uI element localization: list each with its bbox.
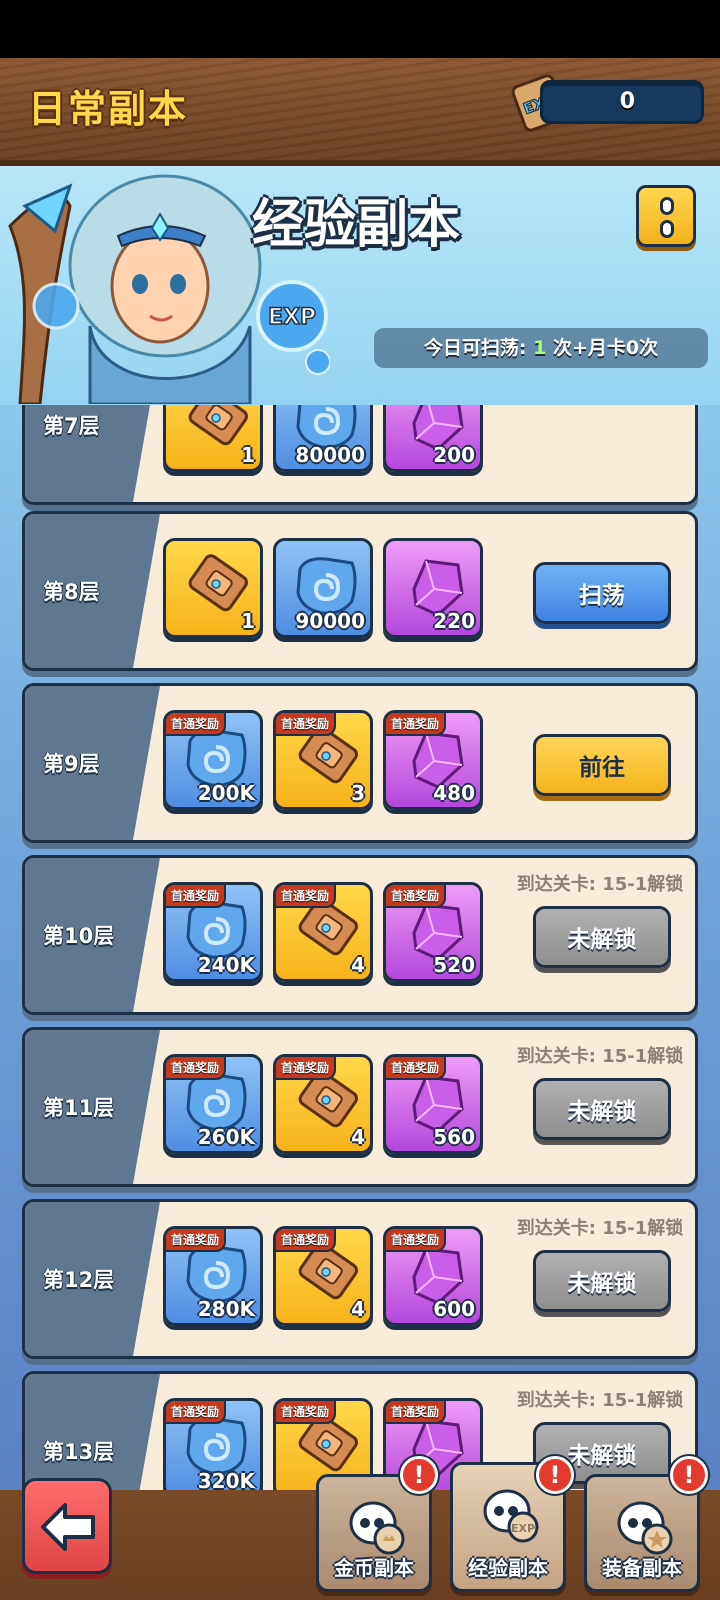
- reward-quantity: 4: [351, 1297, 365, 1321]
- first-clear-tag: 首通奖励: [276, 885, 337, 908]
- first-clear-tag: 首通奖励: [386, 1057, 447, 1080]
- reward-item[interactable]: 1: [163, 538, 263, 638]
- floor-card: 第12层 首通奖励 280K 首通奖励 4 首通奖励 600 到达关卡: 15-1解锁未解锁: [22, 1199, 698, 1359]
- first-clear-tag: 首通奖励: [386, 1401, 447, 1424]
- floor-label: 第8层: [43, 580, 100, 604]
- reward-quantity: 90000: [295, 609, 365, 633]
- back-arrow-icon: [41, 1503, 95, 1551]
- reward-item[interactable]: 首通奖励 480: [383, 710, 483, 810]
- info-button[interactable]: [636, 185, 696, 247]
- exp-bubble-text: EXP: [268, 305, 316, 330]
- skull-coin-icon: [349, 1501, 405, 1555]
- reward-item[interactable]: 首通奖励 600: [383, 1226, 483, 1326]
- reward-item[interactable]: 首通奖励 560: [383, 1054, 483, 1154]
- reward-item[interactable]: 首通奖励 4: [273, 1054, 373, 1154]
- reward-quantity: 240K: [197, 953, 255, 977]
- reward-item[interactable]: 首通奖励 3: [273, 710, 373, 810]
- reward-quantity: 280K: [197, 1297, 255, 1321]
- exp-icon-text: EXP: [511, 1522, 535, 1535]
- info-icon-top: [660, 197, 674, 215]
- first-clear-tag: 首通奖励: [276, 1401, 337, 1424]
- floor-card: 第9层 首通奖励 200K 首通奖励 3 首通奖励 480 前往: [22, 683, 698, 843]
- sweep-button[interactable]: 扫荡: [533, 562, 671, 624]
- floor-card: 第8层 1 90000 220 扫荡: [22, 511, 698, 671]
- first-clear-tag: 首通奖励: [386, 885, 447, 908]
- reward-item[interactable]: 首通奖励 240K: [163, 882, 263, 982]
- reward-item[interactable]: 首通奖励 280K: [163, 1226, 263, 1326]
- floor-label: 第10层: [43, 924, 115, 948]
- reward-quantity: 80000: [295, 443, 365, 467]
- locked-button[interactable]: 未解锁: [533, 1078, 671, 1140]
- floor-label: 第9层: [43, 752, 100, 776]
- reward-quantity: 1: [241, 443, 255, 467]
- floor-card: 第7层 1 80000 200: [22, 405, 698, 505]
- exp-counter: 0: [540, 80, 704, 124]
- reward-item[interactable]: 220: [383, 538, 483, 638]
- info-icon-bottom: [660, 220, 674, 238]
- first-clear-tag: 首通奖励: [386, 713, 447, 736]
- reward-item[interactable]: 首通奖励 4: [273, 1226, 373, 1326]
- reward-quantity: 1: [241, 609, 255, 633]
- alert-badge-equip: !: [670, 1456, 708, 1494]
- reward-item[interactable]: 90000: [273, 538, 373, 638]
- reward-quantity: 3: [351, 781, 365, 805]
- skull-exp-icon: EXP: [483, 1489, 539, 1543]
- reward-quantity: 600: [433, 1297, 475, 1321]
- unlock-hint: 到达关卡: 15-1解锁: [516, 1218, 684, 1239]
- go-button[interactable]: 前往: [533, 734, 671, 796]
- first-clear-tag: 首通奖励: [166, 885, 227, 908]
- reward-quantity: 480: [433, 781, 475, 805]
- reward-quantity: 200K: [197, 781, 255, 805]
- first-clear-tag: 首通奖励: [276, 1057, 337, 1080]
- reward-quantity: 220: [433, 609, 475, 633]
- sweep-count: 1: [533, 337, 547, 359]
- reward-quantity: 560: [433, 1125, 475, 1149]
- reward-item[interactable]: 1: [163, 405, 263, 472]
- reward-quantity: 4: [351, 953, 365, 977]
- sweep-prefix: 今日可扫荡:: [423, 337, 527, 359]
- floor-label: 第7层: [43, 414, 100, 438]
- alert-badge-exp: !: [536, 1456, 574, 1494]
- first-clear-tag: 首通奖励: [386, 1229, 447, 1252]
- locked-button[interactable]: 未解锁: [533, 906, 671, 968]
- reward-item[interactable]: 首通奖励 320K: [163, 1398, 263, 1498]
- floor-card: 第10层 首通奖励 240K 首通奖励 4 首通奖励 520 到达关卡: 15-1解锁未解锁: [22, 855, 698, 1015]
- floor-card: 第11层 首通奖励 260K 首通奖励 4 首通奖励 560 到达关卡: 15-1解锁未解锁: [22, 1027, 698, 1187]
- unlock-hint: 到达关卡: 15-1解锁: [516, 874, 684, 895]
- reward-item[interactable]: 首通奖励 520: [383, 882, 483, 982]
- first-clear-tag: 首通奖励: [166, 1401, 227, 1424]
- page-title: 日常副本: [28, 87, 189, 131]
- first-clear-tag: 首通奖励: [276, 1229, 337, 1252]
- dungeon-title: 经验副本: [252, 195, 461, 255]
- reward-item[interactable]: 200: [383, 405, 483, 472]
- floor-list[interactable]: 第7层 1 80000 200 第8层 1 90000 220 扫荡 第9层 首通奖励 200K 首通奖…: [0, 405, 720, 1500]
- sweep-counter: 今日可扫荡: 1 次+月卡0次: [374, 328, 708, 368]
- reward-item[interactable]: 80000: [273, 405, 373, 472]
- first-clear-tag: 首通奖励: [166, 1229, 227, 1252]
- back-button[interactable]: [22, 1478, 112, 1574]
- floor-label: 第12层: [43, 1268, 115, 1292]
- first-clear-tag: 首通奖励: [166, 713, 227, 736]
- alert-badge-gold: !: [400, 1456, 438, 1494]
- tab-label: 经验副本: [468, 1556, 548, 1580]
- reward-item[interactable]: 首通奖励 4: [273, 882, 373, 982]
- first-clear-tag: 首通奖励: [276, 713, 337, 736]
- sweep-suffix: 次+月卡0次: [552, 337, 659, 359]
- reward-quantity: 4: [351, 1125, 365, 1149]
- tab-label: 装备副本: [602, 1556, 682, 1580]
- tab-label: 金币副本: [334, 1556, 414, 1580]
- status-bar: [0, 0, 720, 58]
- locked-button[interactable]: 未解锁: [533, 1250, 671, 1312]
- unlock-hint: 到达关卡: 15-1解锁: [516, 1390, 684, 1411]
- exp-count: 0: [619, 89, 635, 114]
- reward-item[interactable]: 首通奖励 260K: [163, 1054, 263, 1154]
- reward-quantity: 260K: [197, 1125, 255, 1149]
- floor-label: 第11层: [43, 1096, 115, 1120]
- reward-quantity: 520: [433, 953, 475, 977]
- unlock-hint: 到达关卡: 15-1解锁: [516, 1046, 684, 1067]
- reward-item[interactable]: 首通奖励 200K: [163, 710, 263, 810]
- first-clear-tag: 首通奖励: [166, 1057, 227, 1080]
- reward-quantity: 200: [433, 443, 475, 467]
- skull-star-icon: [617, 1501, 673, 1555]
